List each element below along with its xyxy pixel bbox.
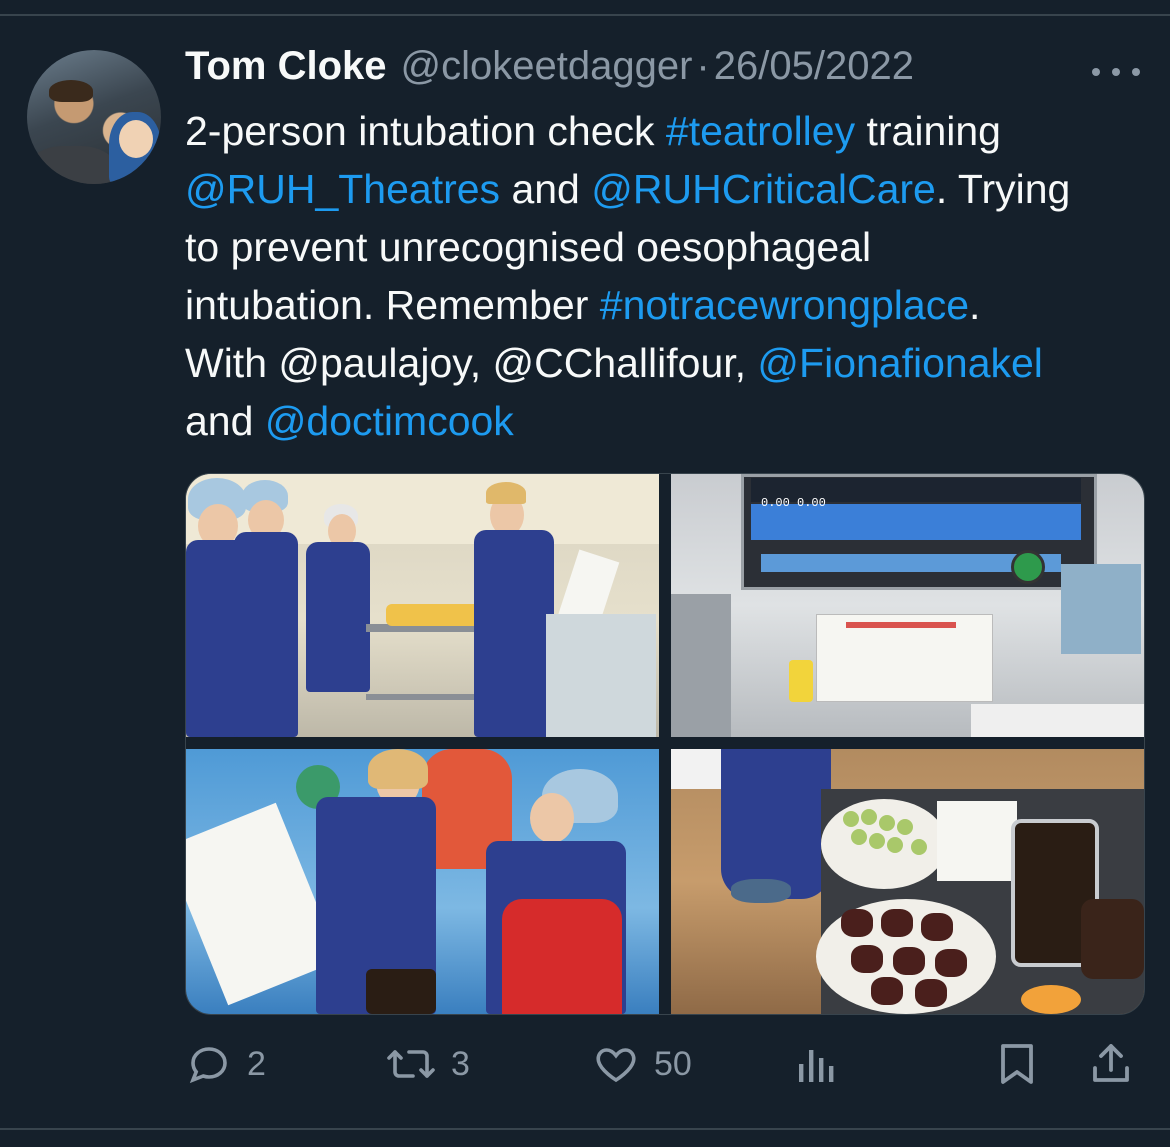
bookmark-button[interactable] <box>995 1036 1039 1092</box>
author-name[interactable]: Tom Cloke <box>185 44 387 89</box>
share-button[interactable] <box>1087 1036 1135 1092</box>
photo-anaesthetic-machine[interactable]: 0.00 0.00 <box>671 474 1144 737</box>
tweet-date[interactable]: 26/05/2022 <box>714 44 914 89</box>
author-handle[interactable]: @clokeetdagger <box>401 44 693 89</box>
tweet-text-segment: to prevent unrecognised oesophageal <box>185 224 872 270</box>
like-button[interactable]: 50 <box>592 1036 692 1092</box>
action-bar: 2 3 50 <box>185 1036 1145 1092</box>
like-count: 50 <box>654 1044 692 1083</box>
mention-link[interactable]: @Fionafionakel <box>757 340 1043 386</box>
views-button[interactable] <box>795 1036 839 1092</box>
tweet-line: intubation. Remember #notracewrongplace. <box>185 276 1150 334</box>
share-icon <box>1087 1040 1135 1088</box>
mention-link[interactable]: @RUH_Theatres <box>185 166 500 212</box>
author-avatar[interactable] <box>27 50 161 184</box>
bookmark-icon <box>995 1040 1039 1088</box>
tweet-text: 2-person intubation check #teatrolley tr… <box>185 102 1150 450</box>
analytics-icon <box>795 1040 839 1088</box>
more-icon[interactable] <box>1092 52 1140 92</box>
retweet-button[interactable]: 3 <box>385 1036 470 1092</box>
hashtag-link[interactable]: #teatrolley <box>666 108 855 154</box>
retweet-count: 3 <box>451 1044 470 1083</box>
reply-icon <box>185 1040 233 1088</box>
tweet-line: to prevent unrecognised oesophageal <box>185 218 1150 276</box>
heart-icon <box>592 1040 640 1088</box>
top-divider <box>0 14 1170 16</box>
tweet-line: and @doctimcook <box>185 392 1150 450</box>
reply-button[interactable]: 2 <box>185 1036 266 1092</box>
tweet-text-segment: and <box>500 166 592 212</box>
tweet-line: @RUH_Theatres and @RUHCriticalCare. Tryi… <box>185 160 1150 218</box>
media-grid: 0.00 0.00 <box>185 473 1145 1015</box>
retweet-icon <box>385 1040 437 1088</box>
separator-dot: · <box>696 44 710 88</box>
photo-team-trolley[interactable] <box>186 474 659 737</box>
tweet-text-segment: . Trying <box>935 166 1071 212</box>
tweet-text-segment: training <box>855 108 1001 154</box>
mention-link[interactable]: @doctimcook <box>265 398 514 444</box>
tweet-text-segment: intubation. Remember <box>185 282 600 328</box>
tweet-text-segment: 2-person intubation check <box>185 108 666 154</box>
tweet-line: With @paulajoy, @CChallifour, @Fionafion… <box>185 334 1150 392</box>
tweet-header: Tom Cloke @clokeetdagger · 26/05/2022 <box>185 44 914 100</box>
tweet-text-segment: and <box>185 398 265 444</box>
photo-staff-reading-poster[interactable] <box>186 749 659 1014</box>
tweet-text-segment: With @paulajoy, @CChallifour, <box>185 340 758 386</box>
hashtag-link[interactable]: #notracewrongplace <box>600 282 969 328</box>
bottom-divider <box>0 1128 1170 1130</box>
tweet-text-segment: . <box>969 282 981 328</box>
mention-link[interactable]: @RUHCriticalCare <box>591 166 936 212</box>
reply-count: 2 <box>247 1044 266 1083</box>
tweet-line: 2-person intubation check #teatrolley tr… <box>185 102 1150 160</box>
photo-tea-trolley-food[interactable] <box>671 749 1144 1014</box>
